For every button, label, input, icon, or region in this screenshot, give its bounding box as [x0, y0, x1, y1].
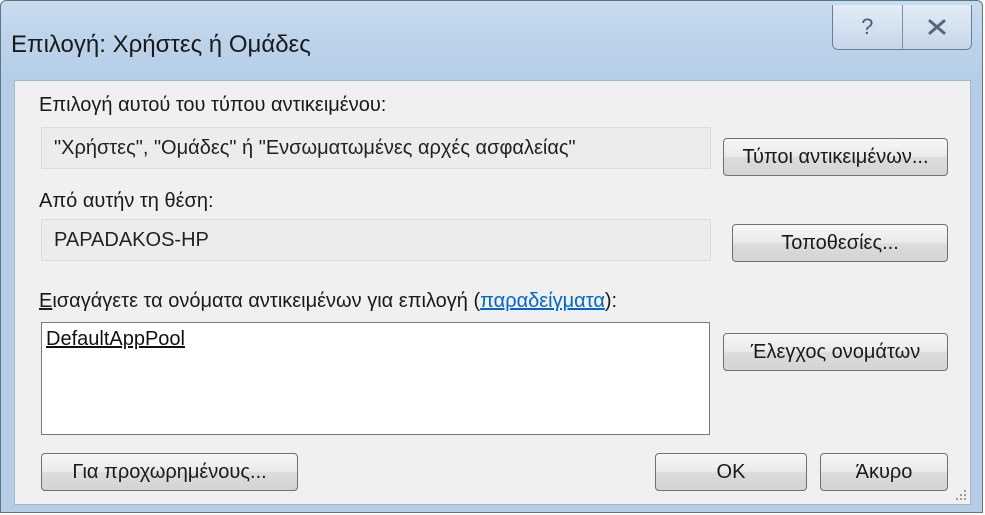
- close-button[interactable]: [901, 5, 971, 49]
- help-button[interactable]: ?: [833, 5, 902, 49]
- object-type-label: Επιλογή αυτού του τύπου αντικειμένου:: [39, 94, 387, 116]
- check-names-button[interactable]: Έλεγχος ονομάτων: [723, 333, 948, 371]
- locations-button[interactable]: Τοποθεσίες...: [732, 224, 948, 262]
- location-field: PAPADAKOS-HP: [41, 219, 711, 261]
- names-label-text: ισαγάγετε τα ονόματα αντικειμένων για επ…: [52, 290, 481, 312]
- help-icon: ?: [861, 14, 874, 39]
- names-label-accelerator: Ε: [39, 290, 53, 312]
- names-label: Εισαγάγετε τα ονόματα αντικειμένων για ε…: [39, 290, 617, 313]
- location-value: PAPADAKOS-HP: [54, 228, 209, 251]
- object-names-value: DefaultAppPool: [46, 328, 185, 350]
- ok-button[interactable]: OK: [655, 453, 807, 491]
- location-label: Από αυτήν τη θέση:: [39, 190, 214, 212]
- cancel-button[interactable]: Άκυρο: [820, 453, 948, 491]
- title-bar[interactable]: Επιλογή: Χρήστες ή Ομάδες ?: [1, 1, 982, 81]
- window-controls: ?: [832, 5, 972, 50]
- dialog-window: Επιλογή: Χρήστες ή Ομάδες ? Επιλογή αυτο…: [0, 0, 983, 513]
- object-types-button[interactable]: Τύποι αντικειμένων...: [723, 138, 948, 176]
- object-type-value: "Χρήστες", "Ομάδες" ή "Ενσωματωμένες αρχ…: [54, 136, 576, 159]
- examples-link[interactable]: παραδείγματα: [480, 290, 605, 312]
- advanced-button[interactable]: Για προχωρημένους...: [41, 453, 298, 491]
- object-names-input[interactable]: DefaultAppPool: [41, 322, 710, 435]
- names-label-end: ):: [604, 290, 618, 312]
- object-type-field: "Χρήστες", "Ομάδες" ή "Ενσωματωμένες αρχ…: [41, 127, 711, 169]
- resize-grip-icon[interactable]: [955, 489, 967, 501]
- dialog-body: Επιλογή αυτού του τύπου αντικειμένου: "Χ…: [14, 80, 971, 505]
- window-title: Επιλογή: Χρήστες ή Ομάδες: [11, 31, 311, 58]
- close-icon: [928, 19, 946, 35]
